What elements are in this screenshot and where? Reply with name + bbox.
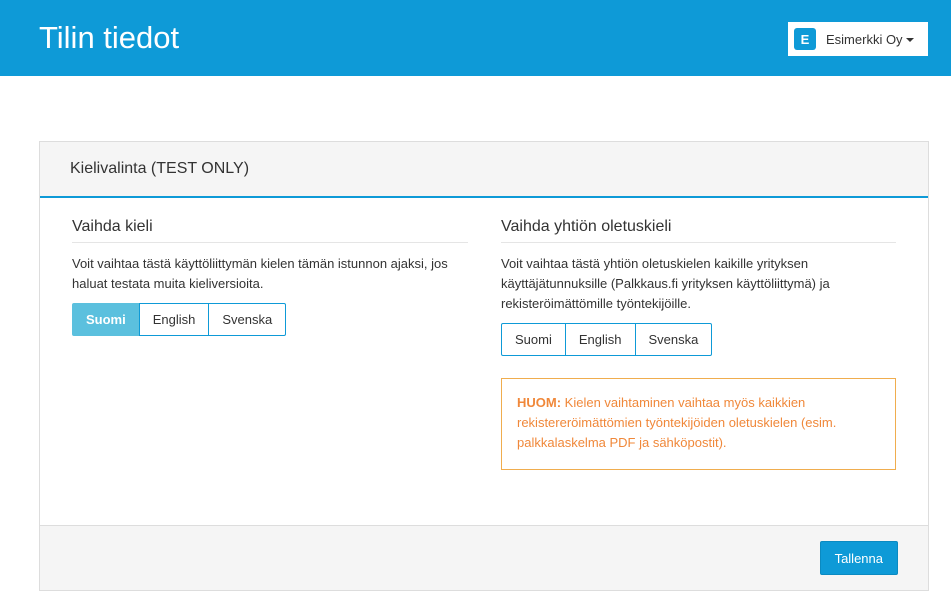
language-panel: Kielivalinta (TEST ONLY) Vaihda kieli Vo… <box>39 141 929 591</box>
caret-down-icon <box>905 38 914 42</box>
session-language-description: Voit vaihtaa tästä käyttöliittymän kiele… <box>72 256 448 291</box>
session-language-english-button[interactable]: English <box>138 303 210 336</box>
warning-alert: HUOM: Kielen vaihtaminen vaihtaa myös ka… <box>501 378 896 470</box>
page-title: Tilin tiedot <box>39 20 180 55</box>
session-language-buttons: Suomi English Svenska <box>72 303 287 336</box>
company-language-buttons: Suomi English Svenska <box>501 323 713 356</box>
session-language-suomi-button[interactable]: Suomi <box>72 303 140 336</box>
company-name: Esimerkki Oy <box>826 31 903 47</box>
company-language-description: Voit vaihtaa tästä yhtiön oletuskielen k… <box>501 256 830 311</box>
company-language-title: Vaihda yhtiön oletuskieli <box>501 217 896 243</box>
panel-footer: Tallenna <box>40 525 928 590</box>
company-language-svenska-button[interactable]: Svenska <box>634 323 713 356</box>
company-language-english-button[interactable]: English <box>564 323 636 356</box>
panel-title: Kielivalinta (TEST ONLY) <box>70 160 250 177</box>
company-language-section: Vaihda yhtiön oletuskieli Voit vaihtaa t… <box>501 217 896 470</box>
company-language-suomi-button[interactable]: Suomi <box>501 323 566 356</box>
session-language-title: Vaihda kieli <box>72 217 468 243</box>
save-button[interactable]: Tallenna <box>819 541 898 575</box>
session-language-section: Vaihda kieli Voit vaihtaa tästä käyttöli… <box>72 217 468 336</box>
company-avatar: E <box>794 28 816 50</box>
panel-heading: Kielivalinta (TEST ONLY) <box>40 142 928 198</box>
session-language-svenska-button[interactable]: Svenska <box>208 303 287 336</box>
alert-text: Kielen vaihtaminen vaihtaa myös kaikkien… <box>517 395 837 450</box>
company-dropdown[interactable]: E Esimerkki Oy <box>788 22 928 56</box>
top-bar: Tilin tiedot E Esimerkki Oy <box>0 0 951 76</box>
alert-label: HUOM: <box>517 395 562 410</box>
